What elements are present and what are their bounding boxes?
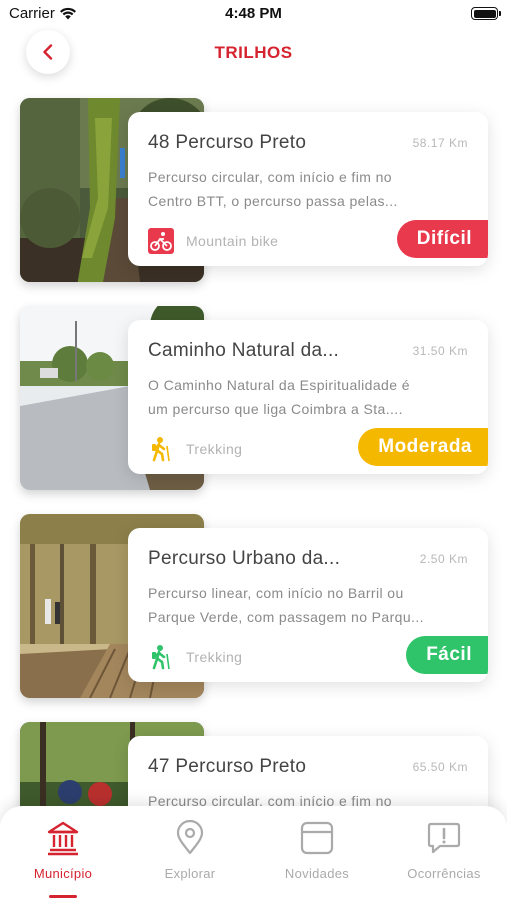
trail-description: Percurso linear, com início no Barril ou… <box>148 581 470 629</box>
mountain-bike-icon <box>148 228 174 254</box>
trail-item[interactable]: Percurso Urbano da... 2.50 Km Percurso l… <box>0 514 507 702</box>
tab-label: Ocorrências <box>407 866 481 881</box>
trail-card[interactable]: Percurso Urbano da... 2.50 Km Percurso l… <box>128 528 488 682</box>
trail-description-line: Centro BTT, o percurso passa pelas... <box>148 193 398 209</box>
page-title: TRILHOS <box>214 43 293 62</box>
trail-description: Percurso circular, com início e fim no C… <box>148 165 470 213</box>
town-hall-icon <box>47 821 79 856</box>
trail-name: 48 Percurso Preto <box>148 132 307 153</box>
trail-type: Trekking <box>148 436 242 462</box>
tab-ocorrencias[interactable]: Ocorrências <box>381 820 507 900</box>
trail-description: O Caminho Natural da Espiritualidade é u… <box>148 373 470 421</box>
active-tab-indicator <box>49 895 77 898</box>
tab-label: Município <box>33 866 93 881</box>
trail-description-line: Parque Verde, com passagem no Parqu... <box>148 609 424 625</box>
difficulty-badge: Difícil <box>396 220 488 258</box>
tab-novidades[interactable]: Novidades <box>254 820 380 900</box>
trail-list: 48 Percurso Preto 58.17 Km Percurso circ… <box>0 0 507 900</box>
hiker-icon <box>152 437 170 462</box>
trail-name: 47 Percurso Preto <box>148 756 307 777</box>
tab-bar: Município Explorar Novidades Ocorrências <box>0 806 507 900</box>
difficulty-badge: Moderada <box>358 428 488 466</box>
tab-explorar[interactable]: Explorar <box>127 820 253 900</box>
tab-label: Novidades <box>284 866 350 881</box>
trail-description-line: Percurso circular, com início e fim no <box>148 169 392 185</box>
trail-name: Caminho Natural da... <box>148 340 340 361</box>
trail-description-line: Percurso linear, com início no Barril ou <box>148 585 404 601</box>
news-card-icon <box>300 821 334 855</box>
trail-description-line: um percurso que liga Coimbra a Sta.... <box>148 401 403 417</box>
trail-distance: 2.50 Km <box>419 552 468 566</box>
map-pin-icon <box>176 820 204 855</box>
trail-type-label: Trekking <box>186 441 243 457</box>
trail-type-label: Mountain bike <box>186 233 279 249</box>
trail-description-line: O Caminho Natural da Espiritualidade é <box>148 377 410 393</box>
trail-distance: 65.50 Km <box>412 760 468 774</box>
trail-distance: 58.17 Km <box>412 136 468 150</box>
alert-message-icon <box>427 822 461 854</box>
tab-municipio[interactable]: Município <box>0 820 126 900</box>
hiker-icon <box>152 645 170 670</box>
trail-type: Mountain bike <box>148 228 278 254</box>
trail-card[interactable]: 48 Percurso Preto 58.17 Km Percurso circ… <box>128 112 488 266</box>
trail-distance: 31.50 Km <box>412 344 468 358</box>
trail-card[interactable]: Caminho Natural da... 31.50 Km O Caminho… <box>128 320 488 474</box>
difficulty-badge: Fácil <box>406 636 488 674</box>
tab-label: Explorar <box>164 866 216 881</box>
trail-type-label: Trekking <box>186 649 243 665</box>
trail-item[interactable]: 48 Percurso Preto 58.17 Km Percurso circ… <box>0 98 507 286</box>
trail-item[interactable]: Caminho Natural da... 31.50 Km O Caminho… <box>0 306 507 494</box>
trail-name: Percurso Urbano da... <box>148 548 341 569</box>
trail-type: Trekking <box>148 644 242 670</box>
